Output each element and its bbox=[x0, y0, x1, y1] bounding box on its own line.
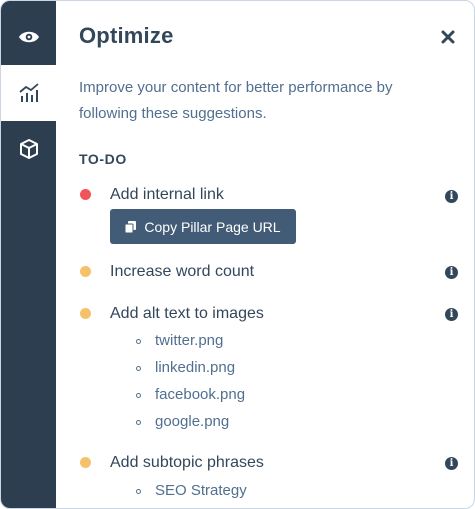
status-dot-red bbox=[80, 189, 91, 200]
list-bullet bbox=[136, 366, 141, 371]
eye-icon bbox=[18, 31, 39, 43]
button-label: Copy Pillar Page URL bbox=[144, 218, 281, 235]
image-file-item: facebook.png bbox=[155, 386, 246, 403]
subtopic-phrase-item: SEO Strategy bbox=[155, 482, 247, 499]
section-heading-todo: TO-DO bbox=[79, 151, 127, 167]
image-file-item: twitter.png bbox=[155, 332, 224, 349]
image-file-item: linkedin.png bbox=[155, 359, 236, 376]
tab-optimize[interactable] bbox=[1, 65, 56, 121]
list-bullet bbox=[136, 489, 141, 494]
optimize-panel: Optimize Improve your content for better… bbox=[0, 0, 475, 509]
tab-preview[interactable] bbox=[1, 9, 56, 65]
todo-title: Add subtopic phrases bbox=[110, 454, 264, 471]
page-title: Optimize bbox=[79, 23, 174, 48]
todo-title: Add internal link bbox=[110, 186, 224, 203]
close-icon bbox=[441, 30, 455, 44]
status-dot-yellow bbox=[80, 266, 91, 277]
image-file-item: google.png bbox=[155, 413, 230, 430]
panel-description: Improve your content for better performa… bbox=[79, 79, 393, 122]
info-icon[interactable]: i bbox=[445, 190, 458, 203]
todo-title: Increase word count bbox=[110, 263, 255, 280]
tab-modules[interactable] bbox=[1, 121, 56, 177]
analytics-icon bbox=[18, 83, 39, 102]
copy-icon bbox=[125, 220, 137, 233]
status-dot-yellow bbox=[80, 457, 91, 468]
info-icon[interactable]: i bbox=[445, 457, 458, 470]
cube-icon bbox=[19, 139, 38, 159]
todo-title: Add alt text to images bbox=[110, 305, 264, 322]
close-button[interactable] bbox=[436, 25, 460, 49]
optimize-content: Optimize Improve your content for better… bbox=[56, 1, 474, 508]
info-icon[interactable]: i bbox=[445, 308, 458, 321]
list-bullet bbox=[136, 420, 141, 425]
list-bullet bbox=[136, 393, 141, 398]
info-icon[interactable]: i bbox=[445, 266, 458, 279]
sidebar-rail bbox=[1, 1, 56, 508]
status-dot-yellow bbox=[80, 308, 91, 319]
copy-pillar-page-url-button[interactable]: Copy Pillar Page URL bbox=[110, 209, 296, 244]
list-bullet bbox=[136, 339, 141, 344]
